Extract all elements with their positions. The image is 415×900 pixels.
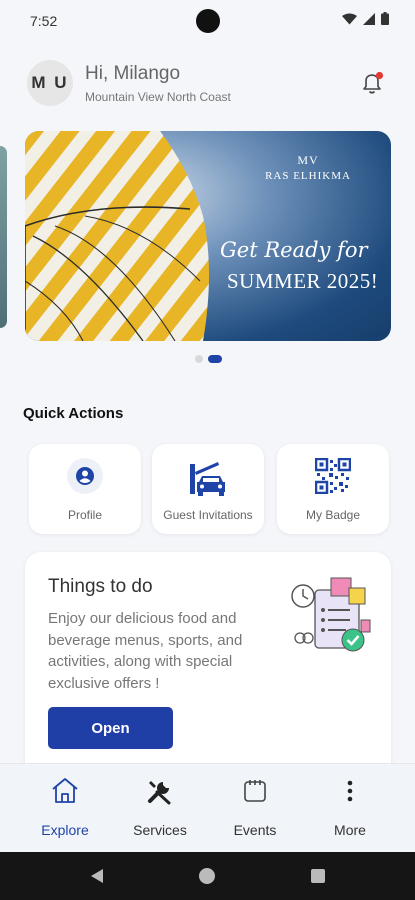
nav-label: Events [233, 822, 277, 838]
checklist-illustration [291, 577, 371, 652]
quick-action-guest-invitations[interactable]: Guest Invitations [152, 444, 264, 534]
signal-icon [363, 12, 375, 25]
open-button[interactable]: Open [48, 707, 173, 749]
camera-cutout [196, 9, 220, 33]
car-gate-icon [190, 462, 225, 496]
header: M U Hi, Milango Mountain View North Coas… [27, 60, 389, 108]
tools-icon [148, 781, 171, 805]
recents-icon[interactable] [310, 868, 326, 884]
battery-icon [381, 12, 389, 25]
carousel-dot-active[interactable] [208, 355, 222, 363]
bottom-navigation: Explore Services Events More [0, 763, 415, 853]
calendar-icon [244, 780, 266, 802]
system-icons [342, 12, 389, 25]
quick-action-profile[interactable]: Profile [29, 444, 141, 534]
avatar[interactable]: M U [27, 60, 73, 106]
nav-events[interactable]: Events [205, 764, 305, 853]
quick-actions-title: Quick Actions [23, 405, 124, 422]
carousel-indicator [195, 355, 222, 363]
previous-banner-peek[interactable] [0, 146, 7, 328]
things-to-do-description: Enjoy our delicious food and beverage me… [48, 610, 243, 692]
home-button-icon[interactable] [198, 867, 216, 885]
things-to-do-card: Things to do Enjoy our delicious food an… [25, 552, 391, 782]
greeting-text: Hi, Milango [85, 63, 181, 84]
nav-services[interactable]: Services [110, 764, 210, 853]
nav-more[interactable]: More [300, 764, 400, 853]
quick-action-label: Guest Invitations [163, 508, 253, 522]
status-time: 7:52 [30, 13, 58, 29]
more-vertical-icon [347, 780, 353, 802]
notification-bell-icon[interactable] [359, 70, 385, 96]
banner-tagline: Get Ready for [220, 238, 368, 262]
quick-action-label: Profile [67, 508, 102, 522]
quick-action-label: My Badge [305, 508, 361, 522]
carousel-dot[interactable] [195, 355, 203, 363]
nav-explore[interactable]: Explore [15, 764, 115, 853]
system-navigation-bar [0, 852, 415, 900]
qr-code-icon [315, 458, 351, 494]
home-icon [52, 778, 78, 803]
nav-label: More [334, 822, 366, 838]
banner-brand-line2: RAS ELHIKMA [265, 170, 351, 182]
banner-headline: SUMMER 2025! [227, 269, 379, 293]
banner-brand-line1: MV [297, 153, 319, 167]
promo-banner[interactable]: MV RAS ELHIKMA Get Ready for SUMMER 2025… [25, 131, 391, 341]
profile-icon [67, 458, 103, 494]
nav-label: Explore [41, 822, 89, 838]
banner-brand: MV RAS ELHIKMA [253, 153, 363, 182]
nav-label: Services [133, 822, 187, 838]
things-to-do-title: Things to do [48, 576, 153, 597]
status-bar: 7:52 [0, 0, 415, 42]
wifi-icon [342, 13, 357, 24]
location-text[interactable]: Mountain View North Coast [85, 90, 257, 104]
back-icon[interactable] [88, 867, 106, 885]
quick-action-my-badge[interactable]: My Badge [277, 444, 389, 534]
notification-badge [375, 71, 384, 80]
